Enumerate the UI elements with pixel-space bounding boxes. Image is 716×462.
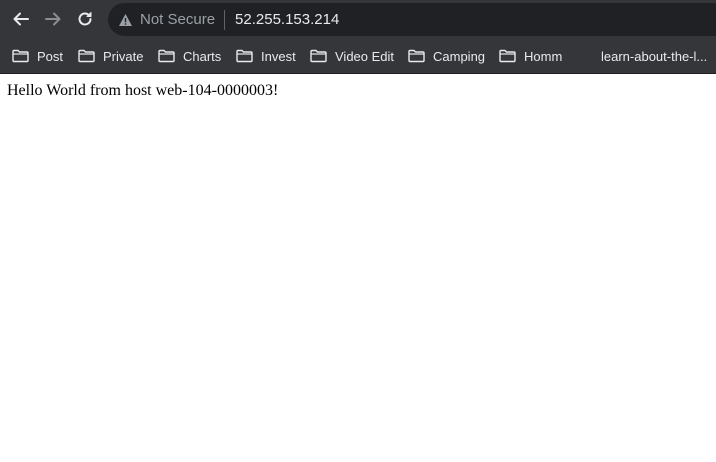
forward-button[interactable] [41, 7, 65, 31]
browser-chrome: Not Secure 52.255.153.214 Post Private C… [0, 0, 716, 74]
address-bar[interactable]: Not Secure 52.255.153.214 [108, 3, 716, 36]
bookmark-label: Invest [261, 48, 296, 64]
bookmark-private[interactable]: Private [78, 46, 143, 66]
favicon [582, 50, 594, 62]
page-content: Hello World from host web-104-0000003! [0, 74, 716, 108]
bookmark-label: Private [103, 48, 144, 64]
bookmark-charts[interactable]: Charts [158, 46, 221, 66]
reload-button[interactable] [73, 7, 97, 31]
folder-icon [499, 49, 516, 63]
folder-icon [78, 49, 95, 63]
bookmark-learn-about[interactable]: learn-about-the-l... [582, 46, 707, 66]
security-chip[interactable]: Not Secure [118, 9, 226, 30]
reload-icon [78, 12, 92, 26]
bookmark-invest[interactable]: Invest [236, 46, 296, 66]
bookmark-post[interactable]: Post [12, 46, 63, 66]
bookmark-label: Post [37, 48, 64, 64]
bookmark-label: learn-about-the-l... [601, 48, 708, 64]
bookmark-homm[interactable]: Homm [499, 46, 562, 66]
folder-icon [12, 49, 29, 63]
bookmark-camping[interactable]: Camping [408, 46, 485, 66]
bookmark-label: Charts [183, 48, 222, 64]
folder-icon [236, 49, 253, 63]
arrow-left-icon [13, 12, 29, 26]
bookmark-label: Video Edit [335, 48, 395, 64]
folder-icon [310, 49, 327, 63]
bookmark-label: Camping [433, 48, 486, 64]
arrow-right-icon [45, 12, 61, 26]
security-label: Not Secure [140, 11, 216, 28]
hello-text: Hello World from host web-104-0000003! [7, 82, 279, 99]
bookmarks-bar: Post Private Charts Invest Video Edit Ca… [0, 38, 716, 74]
browser-toolbar: Not Secure 52.255.153.214 [0, 0, 716, 38]
folder-icon [158, 49, 175, 63]
url-text[interactable]: 52.255.153.214 [235, 11, 339, 28]
back-button[interactable] [9, 7, 33, 31]
bookmark-video-edit[interactable]: Video Edit [310, 46, 394, 66]
folder-icon [408, 49, 425, 63]
bookmark-label: Homm [524, 48, 563, 64]
warning-triangle-icon [119, 13, 132, 26]
